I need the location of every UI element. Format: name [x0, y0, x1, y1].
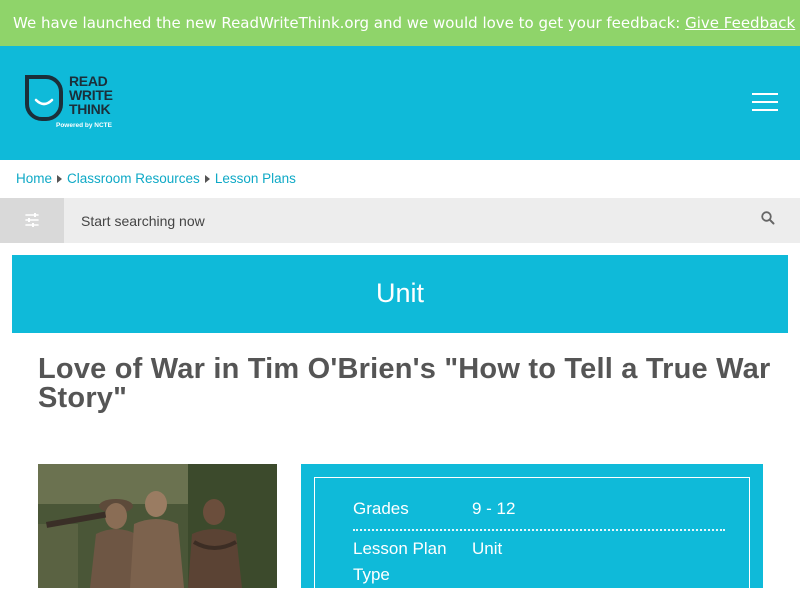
- three-soldiers-statue-image: [38, 464, 277, 588]
- resource-type-banner: Unit: [12, 255, 788, 333]
- breadcrumb: Home Classroom Resources Lesson Plans: [16, 171, 296, 186]
- detail-label-grades: Grades: [353, 499, 409, 518]
- logo-word-think: THINK: [69, 101, 111, 117]
- give-feedback-link[interactable]: Give Feedback: [685, 14, 795, 32]
- filter-button[interactable]: [0, 198, 64, 243]
- detail-value-grades: 9 - 12: [472, 499, 516, 518]
- hamburger-menu-icon[interactable]: [752, 93, 778, 113]
- breadcrumb-separator-icon: [204, 174, 210, 183]
- search-input[interactable]: [64, 198, 744, 243]
- sliders-icon: [25, 213, 39, 227]
- breadcrumb-separator-icon: [57, 174, 63, 183]
- detail-label-lesson-plan-type: Lesson Plan Type: [353, 539, 447, 584]
- feedback-banner: We have launched the new ReadWriteThink.…: [0, 0, 800, 46]
- site-header: READ WRITE THINK Powered by NCTE: [0, 46, 800, 160]
- lesson-image: [38, 464, 277, 588]
- breadcrumb-lesson-plans[interactable]: Lesson Plans: [215, 171, 296, 186]
- details-divider: [353, 529, 725, 531]
- search-bar: [0, 198, 800, 243]
- breadcrumb-classroom-resources[interactable]: Classroom Resources: [67, 171, 200, 186]
- detail-value-lesson-plan-type: Unit: [472, 539, 503, 558]
- feedback-banner-text: We have launched the new ReadWriteThink.…: [13, 14, 686, 32]
- page-title: Love of War in Tim O'Brien's "How to Tel…: [38, 353, 771, 414]
- breadcrumb-home[interactable]: Home: [16, 171, 52, 186]
- logo-powered-by: Powered by NCTE: [56, 122, 112, 129]
- logo-mark-icon: [25, 75, 63, 121]
- readwritethink-logo[interactable]: READ WRITE THINK Powered by NCTE: [24, 72, 124, 136]
- search-icon[interactable]: [761, 211, 775, 225]
- lesson-details-panel: Grades 9 - 12 Lesson Plan Type Unit: [301, 464, 763, 607]
